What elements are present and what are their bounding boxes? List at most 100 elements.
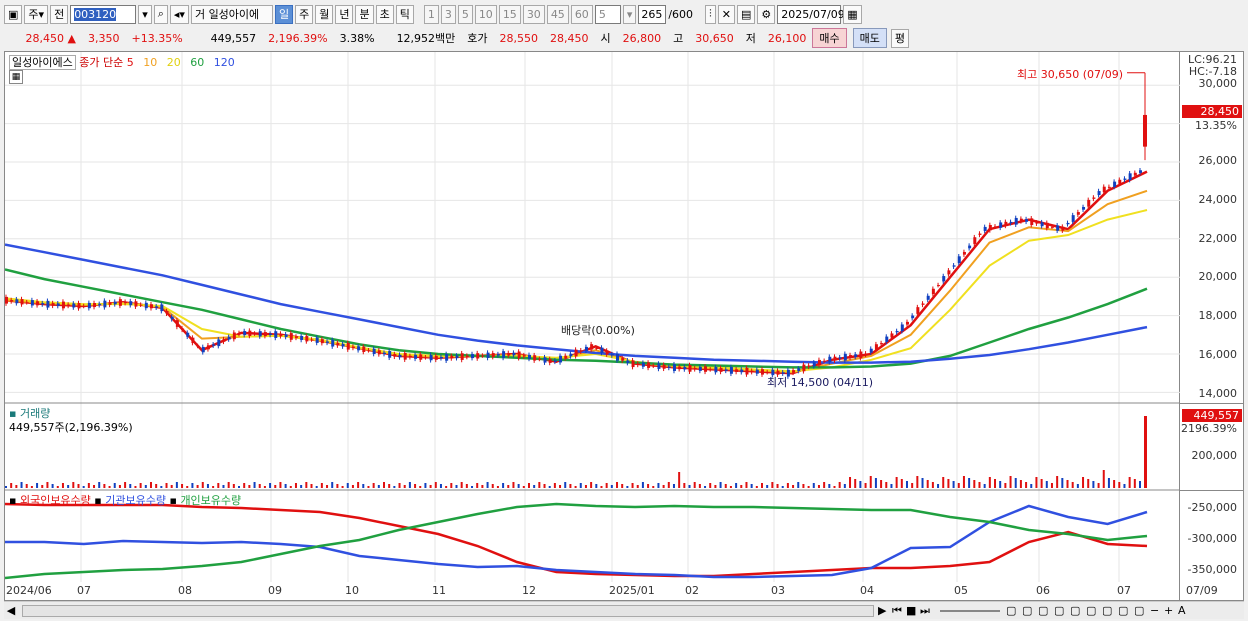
font-size-icon[interactable]: A	[1178, 604, 1192, 617]
volume-bar-152	[792, 485, 795, 488]
candle-body-43	[227, 336, 231, 340]
custom-interval-dropdown-icon[interactable]: ▾	[622, 4, 637, 24]
period-tick[interactable]: 틱	[395, 4, 414, 24]
candle-body-24	[129, 301, 133, 306]
buy-button[interactable]: 매수	[812, 28, 847, 48]
candle-body-129	[672, 364, 676, 371]
count-input[interactable]: 265	[638, 4, 667, 24]
interval-60[interactable]: 60	[570, 4, 593, 24]
volume-bar-28	[149, 482, 152, 488]
period-day[interactable]: 일	[274, 4, 294, 24]
gear-icon[interactable]: ⚙	[757, 4, 776, 24]
search-icon[interactable]: ⌕	[153, 4, 168, 24]
volume-bar-200	[1040, 479, 1043, 488]
tool-icon-8[interactable]: ▢	[1118, 604, 1134, 617]
tool-icon-1[interactable]: ▢	[1006, 604, 1022, 617]
custom-interval-input[interactable]: 5	[594, 4, 621, 24]
tool-icon-3[interactable]: ▢	[1038, 604, 1054, 617]
candle-body-17	[93, 303, 97, 308]
layout-icon[interactable]: ▣	[4, 4, 23, 24]
prev-button[interactable]: 전	[50, 4, 69, 24]
zoom-in-icon[interactable]: +	[1164, 604, 1178, 617]
period-year[interactable]: 년	[335, 4, 354, 24]
period-month[interactable]: 월	[315, 4, 334, 24]
candle-body-165	[859, 351, 863, 359]
candle-body-66	[346, 342, 350, 350]
candle-body-206	[1071, 215, 1075, 222]
candle-body-48	[253, 333, 257, 335]
candle-body-174	[905, 321, 909, 325]
interval-15[interactable]: 15	[498, 4, 521, 24]
tool-icon-2[interactable]: ▢	[1022, 604, 1038, 617]
chart-area[interactable]: 일성아이에스 종가 단순 5 10 20 60 120 ▦ 최고 30,650 …	[4, 51, 1181, 601]
mode-select[interactable]: 주 ▾	[24, 4, 49, 24]
volume-bar-199	[1035, 477, 1038, 488]
volume-bar-72	[377, 485, 380, 488]
grid-icon[interactable]: ▦	[9, 70, 23, 84]
scroll-right-icon[interactable]: ▶	[878, 604, 892, 617]
interval-10[interactable]: 10	[474, 4, 497, 24]
scrollbar-track[interactable]	[22, 604, 874, 617]
candle-body-134	[698, 366, 702, 371]
candle-body-38	[201, 346, 205, 353]
stock-name-field[interactable]: 거 일성아이에	[190, 4, 273, 24]
save-icon[interactable]: ▤	[737, 4, 756, 24]
last-icon[interactable]: ⏭	[920, 604, 934, 618]
candle-body-138	[719, 367, 723, 372]
volume-bar-16	[87, 483, 90, 488]
open-label: 시	[600, 32, 611, 45]
sell-button[interactable]: 매도	[852, 28, 887, 48]
volume-bar-37	[196, 485, 199, 488]
tool-icon-9[interactable]: ▢	[1134, 604, 1150, 617]
zoom-out-icon[interactable]: −	[1150, 604, 1164, 617]
dropdown-icon[interactable]: ▾	[138, 4, 152, 24]
first-icon[interactable]: ⏮	[892, 604, 906, 618]
volume-bar-43	[227, 482, 230, 488]
candle-icon[interactable]: ⫶	[705, 4, 716, 24]
candle-body-9	[51, 303, 55, 306]
date-input[interactable]: 2025/07/09	[777, 4, 845, 24]
volume-bar-99	[517, 484, 520, 488]
speaker-icon[interactable]: ◂▾	[169, 4, 189, 24]
crosshair-icon[interactable]: ✕	[717, 4, 736, 24]
scroll-left-icon[interactable]: ◀	[4, 604, 18, 617]
x-tick-2024-06: 2024/06	[6, 584, 52, 597]
candle-body-59	[310, 339, 314, 341]
volume-bar-174	[905, 481, 908, 488]
high-price: 30,650	[695, 31, 734, 45]
period-minute[interactable]: 분	[355, 4, 374, 24]
volume-bar-176	[916, 476, 919, 488]
interval-5[interactable]: 5	[457, 4, 473, 24]
volume-bar-108	[564, 482, 567, 488]
calendar-icon[interactable]: ▦	[843, 4, 862, 24]
volume-bar-112	[584, 485, 587, 488]
stock-code-input[interactable]: 003120	[70, 4, 137, 24]
candle-body-193	[1004, 221, 1008, 226]
stop-icon[interactable]: ■	[906, 604, 920, 617]
candle-body-19	[103, 300, 107, 308]
tool-icon-5[interactable]: ▢	[1070, 604, 1086, 617]
period-week[interactable]: 주	[295, 4, 314, 24]
zoom-slider[interactable]	[940, 609, 1000, 612]
interval-45[interactable]: 45	[546, 4, 569, 24]
interval-30[interactable]: 30	[522, 4, 545, 24]
candle-body-164	[854, 354, 858, 357]
interval-1[interactable]: 1	[423, 4, 439, 24]
candle-body-37	[196, 345, 200, 347]
interval-3[interactable]: 3	[440, 4, 456, 24]
candle-body-89	[465, 355, 469, 358]
candle-body-110	[574, 349, 578, 357]
eval-button[interactable]: 평	[890, 28, 910, 48]
volume-bar-90	[471, 486, 474, 488]
volume-bar-183	[952, 481, 955, 488]
tool-icon-7[interactable]: ▢	[1102, 604, 1118, 617]
candle-body-101	[527, 354, 531, 359]
candle-body-78	[408, 355, 412, 358]
volume-bar-51	[269, 483, 272, 488]
candle-body-195	[1014, 217, 1018, 225]
tool-icon-4[interactable]: ▢	[1054, 604, 1070, 617]
candle-body-127	[662, 364, 666, 369]
volume-bar-143	[745, 482, 748, 488]
period-second[interactable]: 초	[375, 4, 394, 24]
tool-icon-6[interactable]: ▢	[1086, 604, 1102, 617]
